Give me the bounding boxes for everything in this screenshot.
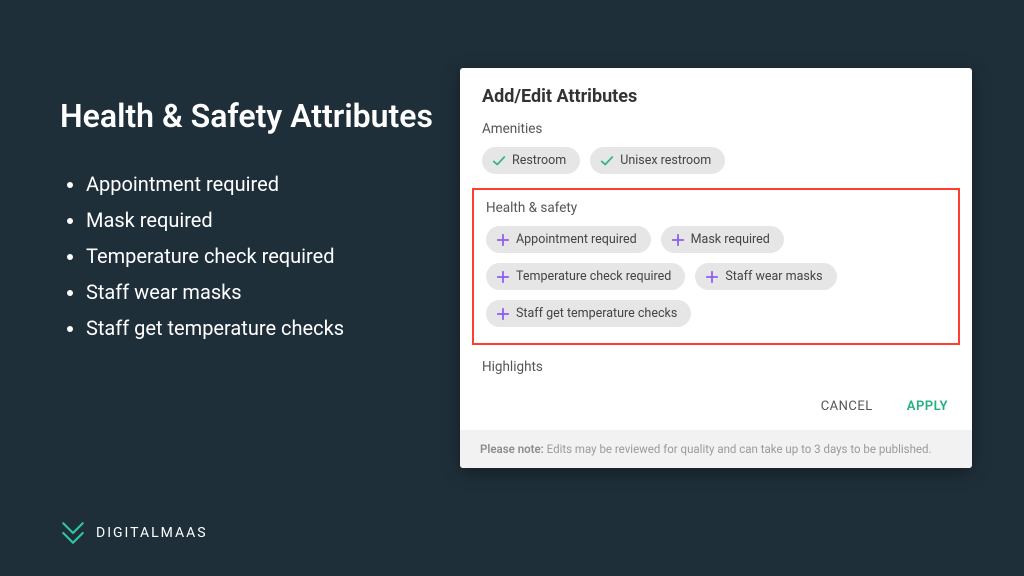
slide-bullets: Appointment required Mask required Tempe…: [60, 166, 440, 346]
health-chip[interactable]: Temperature check required: [486, 263, 685, 290]
bullet-item: Appointment required: [86, 166, 440, 202]
plus-icon: [496, 233, 510, 247]
cancel-button[interactable]: CANCEL: [821, 399, 873, 414]
footer-note-bold: Please note:: [480, 442, 544, 456]
chip-label: Staff wear masks: [725, 269, 822, 284]
health-chip[interactable]: Appointment required: [486, 226, 651, 253]
plus-icon: [705, 270, 719, 284]
health-chip[interactable]: Mask required: [661, 226, 784, 253]
check-icon: [600, 154, 614, 168]
health-chip[interactable]: Staff get temperature checks: [486, 300, 691, 327]
chip-label: Restroom: [512, 153, 566, 168]
health-chip[interactable]: Staff wear masks: [695, 263, 836, 290]
footer-note-text: Edits may be reviewed for quality and ca…: [544, 442, 932, 456]
plus-icon: [496, 307, 510, 321]
plus-icon: [671, 233, 685, 247]
bullet-item: Staff get temperature checks: [86, 310, 440, 346]
highlights-label: Highlights: [482, 359, 950, 375]
health-safety-label: Health & safety: [486, 200, 946, 216]
brand-text: DIGITALMAAS: [96, 525, 208, 541]
bullet-item: Mask required: [86, 202, 440, 238]
chip-label: Staff get temperature checks: [516, 306, 677, 321]
check-icon: [492, 154, 506, 168]
modal-footer-note: Please note: Edits may be reviewed for q…: [460, 430, 972, 468]
bullet-item: Staff wear masks: [86, 274, 440, 310]
chip-label: Temperature check required: [516, 269, 671, 284]
brand-logo: DIGITALMAAS: [60, 520, 208, 546]
chip-label: Appointment required: [516, 232, 637, 247]
chip-label: Unisex restroom: [620, 153, 711, 168]
plus-icon: [496, 270, 510, 284]
slide-title: Health & Safety Attributes: [60, 95, 440, 138]
modal-title: Add/Edit Attributes: [482, 86, 950, 107]
brand-mark-icon: [60, 520, 86, 546]
health-safety-highlight-box: Health & safety Appointment required Mas…: [472, 188, 960, 345]
slide-left: Health & Safety Attributes Appointment r…: [60, 95, 440, 346]
bullet-item: Temperature check required: [86, 238, 440, 274]
apply-button[interactable]: APPLY: [907, 399, 948, 414]
amenities-chip-row: Restroom Unisex restroom: [482, 147, 950, 174]
attributes-modal: Add/Edit Attributes Amenities Restroom U…: [460, 68, 972, 468]
amenity-chip[interactable]: Restroom: [482, 147, 580, 174]
modal-actions: CANCEL APPLY: [460, 399, 972, 430]
amenity-chip[interactable]: Unisex restroom: [590, 147, 725, 174]
chip-label: Mask required: [691, 232, 770, 247]
amenities-label: Amenities: [482, 121, 950, 137]
health-safety-chip-row: Appointment required Mask required Tempe…: [486, 226, 946, 327]
